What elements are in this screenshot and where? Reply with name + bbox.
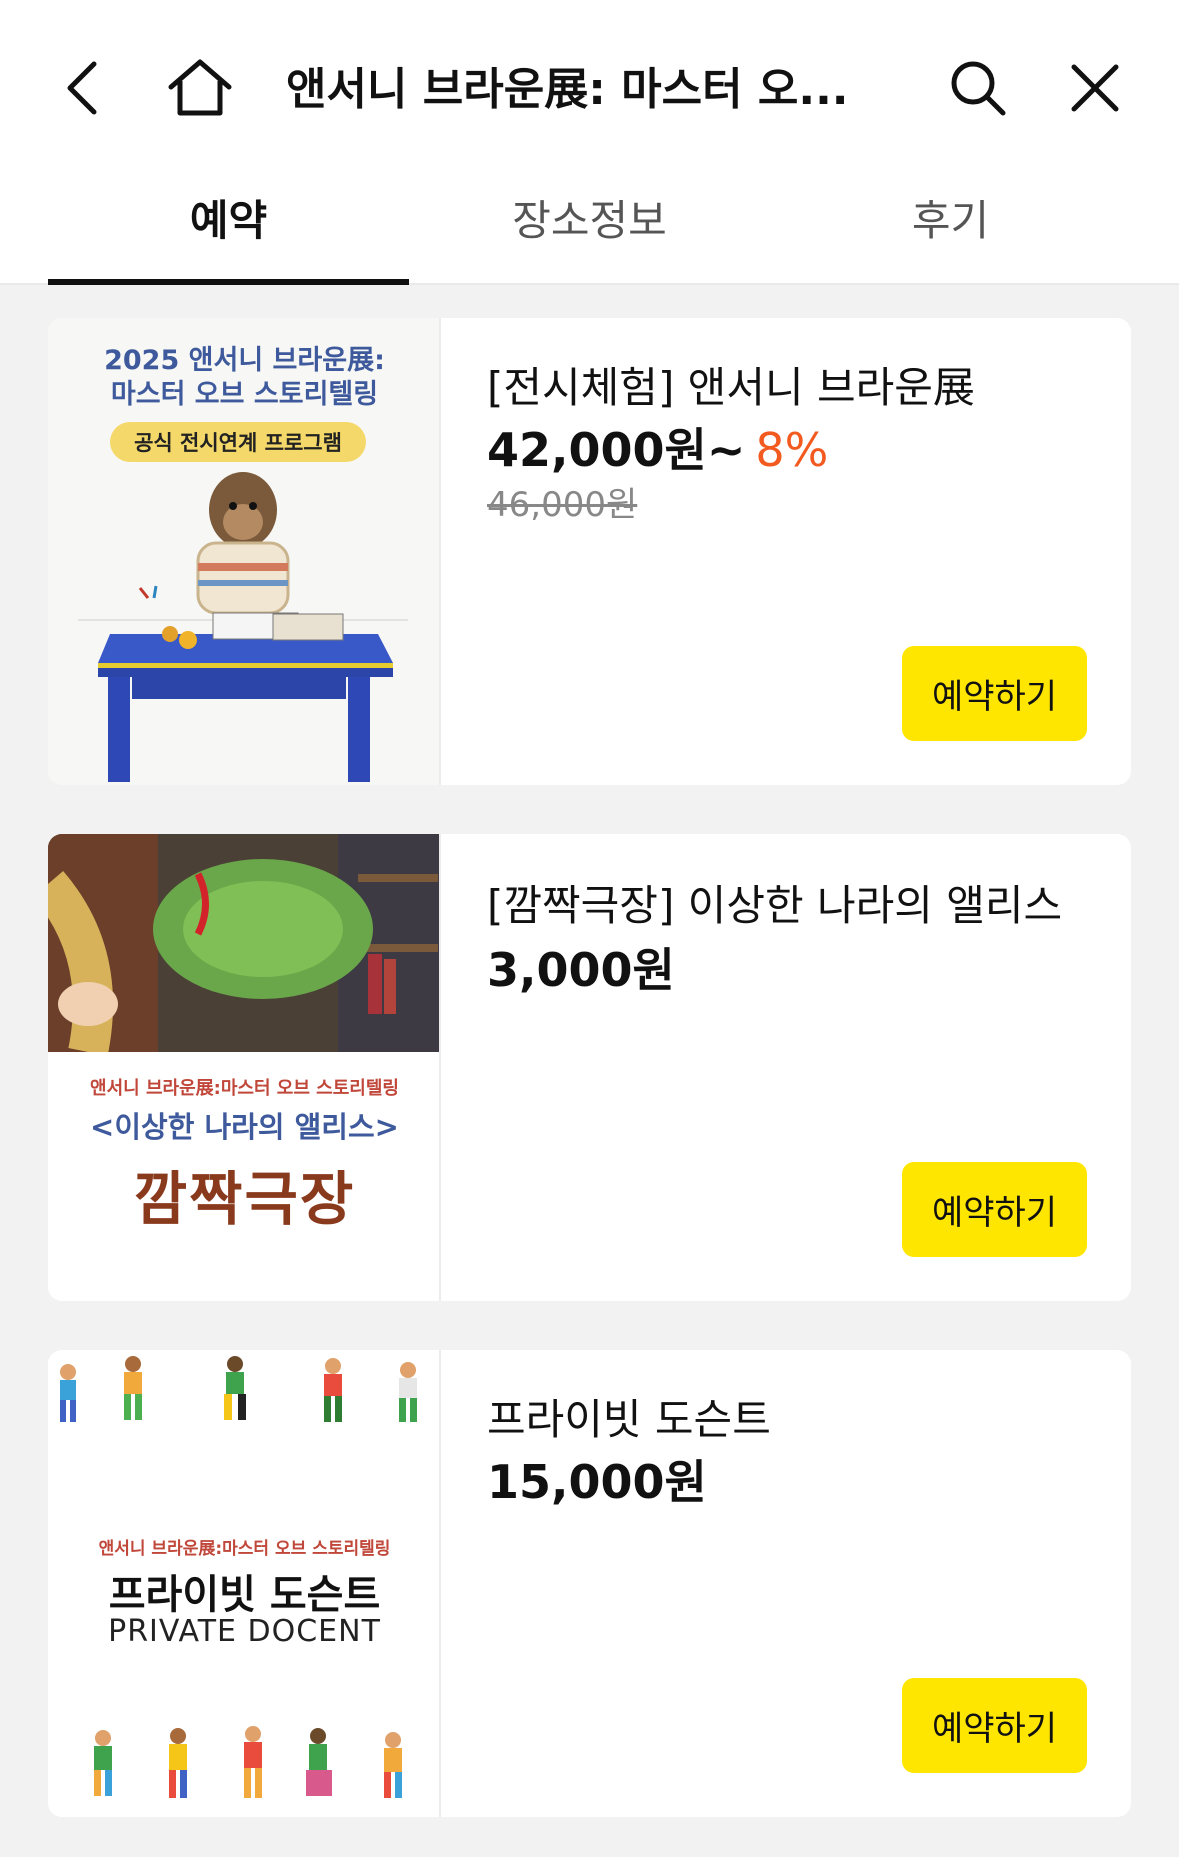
home-icon	[168, 59, 232, 116]
thumbnail-subtitle: 앤서니 브라운展:마스터 오브 스토리텔링	[98, 1539, 391, 1559]
product-price-row: 42,000원~ 8%	[487, 418, 1087, 482]
tab-reservation[interactable]: 예약	[48, 170, 409, 285]
discount-rate: 8%	[755, 423, 829, 477]
search-icon	[951, 61, 1006, 116]
chevron-left-icon	[67, 61, 97, 115]
tab-place-info[interactable]: 장소정보	[409, 170, 770, 283]
product-title: [전시체험] 앤서니 브라운展	[487, 363, 975, 412]
product-price: 15,000원	[487, 1455, 707, 1509]
product-card[interactable]: 2025 앤서니 브라운展: 마스터 오브 스토리텔링 공식 전시연계 프로그램	[48, 318, 1131, 785]
thumbnail-subtitle: 앤서니 브라운展:마스터 오브 스토리텔링	[90, 1078, 399, 1099]
product-title: 프라이빗 도슨트	[487, 1395, 771, 1444]
product-card[interactable]: 앤서니 브라운展:마스터 오브 스토리텔링 <이상한 나라의 앨리스> 깜짝극장…	[48, 834, 1131, 1301]
product-info: [깜짝극장] 이상한 나라의 앨리스 3,000원 예약하기	[441, 834, 1131, 1301]
product-thumbnail: 2025 앤서니 브라운展: 마스터 오브 스토리텔링 공식 전시연계 프로그램	[48, 318, 441, 785]
product-price: 42,000원~	[487, 423, 746, 477]
product-info: [전시체험] 앤서니 브라운展 42,000원~ 8% 46,000원 예약하기	[441, 318, 1131, 785]
product-price: 3,000원	[487, 943, 675, 997]
original-price: 46,000원	[487, 485, 638, 525]
back-button[interactable]	[43, 48, 123, 128]
product-info: 프라이빗 도슨트 15,000원 예약하기	[441, 1350, 1131, 1817]
tab-bar: 예약 장소정보 후기	[0, 170, 1179, 285]
search-button[interactable]	[938, 48, 1018, 128]
product-title: [깜짝극장] 이상한 나라의 앨리스	[487, 881, 1063, 930]
thumbnail-big-title: 프라이빗 도슨트	[108, 1572, 381, 1618]
thumbnail-english-title: PRIVATE DOCENT	[108, 1614, 381, 1649]
gorilla-desk-illustration	[78, 472, 408, 782]
product-card[interactable]: 앤서니 브라운展:마스터 오브 스토리텔링 프라이빗 도슨트 PRIVATE D…	[48, 1350, 1131, 1817]
alice-falling-illustration	[48, 834, 439, 1052]
home-button[interactable]	[160, 48, 240, 128]
book-button[interactable]: 예약하기	[902, 646, 1087, 741]
close-button[interactable]	[1055, 48, 1135, 128]
product-thumbnail: 앤서니 브라운展:마스터 오브 스토리텔링 <이상한 나라의 앨리스> 깜짝극장	[48, 834, 441, 1301]
book-button[interactable]: 예약하기	[902, 1162, 1087, 1257]
thumbnail-big-title: 깜짝극장	[133, 1165, 356, 1233]
close-icon	[1071, 64, 1119, 112]
tab-reviews[interactable]: 후기	[770, 170, 1131, 283]
product-thumbnail: 앤서니 브라운展:마스터 오브 스토리텔링 프라이빗 도슨트 PRIVATE D…	[48, 1350, 441, 1817]
thumbnail-alice: <이상한 나라의 앨리스>	[90, 1110, 399, 1144]
top-bar: 앤서니 브라운展: 마스터 오...	[0, 0, 1179, 170]
page-title: 앤서니 브라운展: 마스터 오...	[286, 64, 849, 115]
book-button[interactable]: 예약하기	[902, 1678, 1087, 1773]
